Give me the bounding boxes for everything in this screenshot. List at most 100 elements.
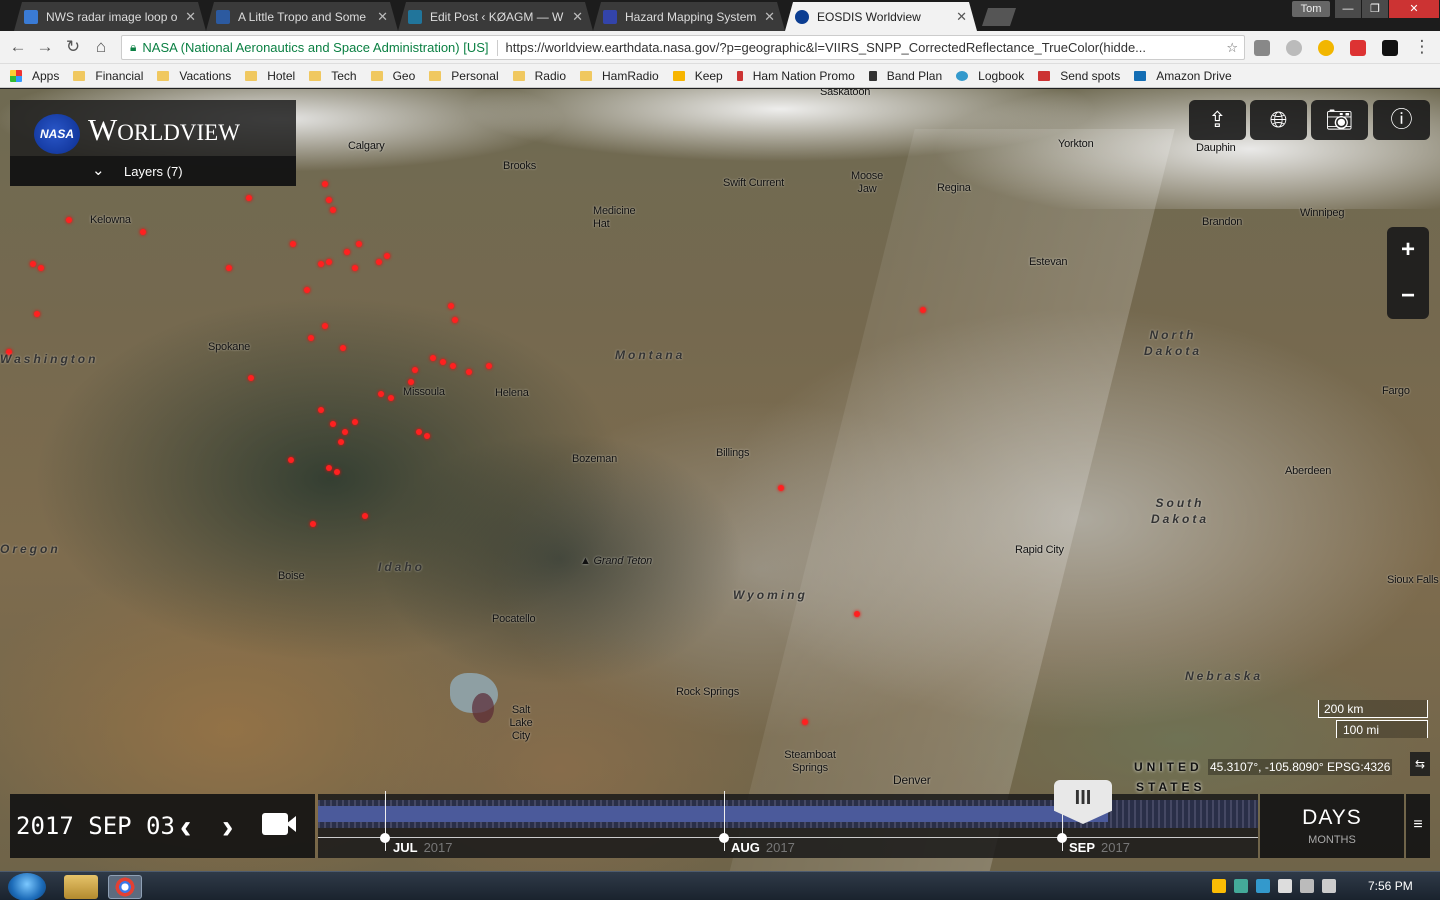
back-icon[interactable]: ←	[8, 37, 28, 57]
timeline-zoom-level[interactable]: DAYS MONTHS	[1260, 794, 1404, 858]
address-bar[interactable]: 🔒︎ NASA (National Aeronautics and Space …	[121, 35, 1245, 60]
reload-icon[interactable]: ↻	[63, 37, 83, 57]
gmail-icon[interactable]	[1350, 40, 1366, 56]
cloud-extension-icon[interactable]	[1286, 40, 1302, 56]
bookmark-hotel[interactable]: Hotel	[245, 69, 295, 83]
display-tray-icon[interactable]	[1300, 879, 1314, 893]
nasa-logo-icon[interactable]: NASA	[34, 114, 80, 154]
bookmark-keep[interactable]: Keep	[672, 68, 723, 83]
url-text[interactable]: https://worldview.earthdata.nasa.gov/?p=…	[506, 40, 1221, 55]
close-window-button[interactable]: ✕	[1389, 0, 1439, 18]
security-label: NASA (National Aeronautics and Space Adm…	[142, 40, 489, 55]
file-explorer-icon[interactable]	[64, 875, 98, 899]
volume-icon[interactable]	[1322, 879, 1336, 893]
tab-nws-radar[interactable]: NWS radar image loop o ✕	[14, 2, 206, 31]
maximize-button[interactable]: ❐	[1362, 0, 1388, 18]
zoom-in-button[interactable]: +	[1387, 227, 1429, 273]
bookmark-financial[interactable]: Financial	[73, 69, 143, 83]
sync-tray-icon[interactable]	[1234, 879, 1248, 893]
keep-icon	[672, 70, 685, 81]
minimize-button[interactable]: —	[1335, 0, 1361, 18]
tab-hazard-mapping[interactable]: Hazard Mapping System ✕	[593, 2, 785, 31]
star-extension-icon[interactable]	[1318, 40, 1334, 56]
drive-tray-icon[interactable]	[1212, 879, 1226, 893]
browser-toolbar: ← → ↻ ⌂ 🔒︎ NASA (National Aeronautics an…	[0, 31, 1440, 64]
info-button[interactable]: ⓘ	[1373, 100, 1430, 140]
menu-icon[interactable]: ⋮	[1412, 37, 1432, 57]
fire-dot	[388, 395, 394, 401]
fire-dot	[802, 719, 808, 725]
bookmark-label: Keep	[694, 68, 723, 83]
pin-icon	[736, 70, 743, 81]
forward-icon[interactable]: →	[35, 37, 55, 57]
month-label-aug[interactable]: AUG 2017	[731, 840, 795, 855]
tab-little-tropo[interactable]: A Little Tropo and Some ✕	[206, 2, 398, 31]
flag-tray-icon[interactable]	[1278, 879, 1292, 893]
close-tab-icon[interactable]: ✕	[956, 9, 967, 25]
close-tab-icon[interactable]: ✕	[764, 9, 775, 25]
animation-video-icon[interactable]	[262, 813, 296, 835]
extension-icon[interactable]	[1254, 40, 1270, 56]
city-label: Swift Current	[723, 177, 784, 189]
apps-grid-icon	[10, 69, 22, 82]
bookmark-star-icon[interactable]: ☆	[1226, 40, 1238, 56]
zoom-out-button[interactable]: −	[1387, 273, 1429, 319]
bookmark-label: HamRadio	[602, 68, 659, 83]
bookmark-vacations[interactable]: Vacations	[157, 69, 231, 83]
close-tab-icon[interactable]: ✕	[377, 9, 388, 25]
share-button[interactable]: ⇪	[1189, 100, 1246, 140]
bookmark-hamradio[interactable]: HamRadio	[580, 69, 659, 83]
satellite-map[interactable]: Saskatoon Calgary Brooks Swift Current M…	[0, 89, 1440, 871]
home-icon[interactable]: ⌂	[91, 37, 111, 57]
snapshot-button[interactable]: 📷︎	[1311, 100, 1368, 140]
date-selector: 2017 SEP 03 ‹ ›	[10, 794, 315, 858]
bookmark-logbook[interactable]: Logbook	[956, 69, 1024, 83]
close-tab-icon[interactable]: ✕	[572, 9, 583, 25]
country-label: UNITED	[1134, 760, 1203, 774]
projection-button[interactable]: 🌐︎	[1250, 100, 1307, 140]
next-day-button[interactable]: ›	[222, 808, 233, 847]
bookmark-label: Financial	[95, 68, 144, 83]
close-tab-icon[interactable]: ✕	[185, 9, 196, 25]
tab-edit-post[interactable]: Edit Post ‹ KØAGM — W ✕	[398, 2, 593, 31]
tab-title: NWS radar image loop o	[46, 9, 178, 24]
profile-button[interactable]: Tom	[1292, 1, 1330, 17]
chrome-taskbar-icon[interactable]	[108, 875, 142, 899]
fire-dot	[38, 265, 44, 271]
bookmark-radio[interactable]: Radio	[512, 69, 566, 83]
fire-dot	[384, 253, 390, 259]
bookmark-apps[interactable]: Apps	[10, 69, 59, 83]
layers-toggle[interactable]: ⌄ Layers (7)	[10, 156, 296, 186]
timeline[interactable]: JUL 2017 AUG 2017 SEP 2017 III	[318, 780, 1258, 858]
month-label-jul[interactable]: JUL 2017	[393, 840, 452, 855]
folder-icon	[245, 70, 258, 81]
bookmark-personal[interactable]: Personal	[429, 69, 499, 83]
current-date[interactable]: 2017 SEP 03	[16, 812, 175, 840]
previous-day-button[interactable]: ‹	[180, 808, 191, 847]
fire-dot	[362, 513, 368, 519]
fire-dot	[30, 261, 36, 267]
network-tray-icon[interactable]	[1256, 879, 1270, 893]
camera-icon: 📷︎	[1325, 107, 1354, 132]
fire-dot	[322, 181, 328, 187]
timeline-menu-icon[interactable]: ≡	[1406, 794, 1430, 858]
bookmark-geo[interactable]: Geo	[370, 69, 415, 83]
bookmark-send-spots[interactable]: Send spots	[1038, 69, 1120, 83]
bookmark-amazon-drive[interactable]: Amazon Drive	[1134, 69, 1232, 83]
month-label-sep[interactable]: SEP 2017	[1069, 840, 1130, 855]
amazon-icon[interactable]	[1382, 40, 1398, 56]
zoom-level-alt[interactable]: MONTHS	[1260, 834, 1404, 846]
coordinate-format-toggle[interactable]: ⇆	[1410, 752, 1430, 776]
start-button[interactable]	[8, 873, 46, 900]
tab-eosdis-worldview[interactable]: EOSDIS Worldview ✕	[785, 2, 977, 31]
bookmark-band-plan[interactable]: Band Plan	[868, 69, 942, 83]
city-label: Rapid City	[1015, 544, 1064, 556]
scale-mi: 100 mi	[1336, 720, 1428, 738]
system-clock[interactable]: 7:56 PM	[1368, 879, 1413, 893]
noaa-favicon-icon	[603, 10, 617, 24]
state-label: North Dakota	[1143, 328, 1202, 358]
bookmark-ham-nation-promo[interactable]: Ham Nation Promo	[736, 69, 855, 83]
new-tab-button[interactable]	[982, 8, 1016, 26]
month-year: 2017	[765, 840, 795, 855]
bookmark-tech[interactable]: Tech	[309, 69, 357, 83]
